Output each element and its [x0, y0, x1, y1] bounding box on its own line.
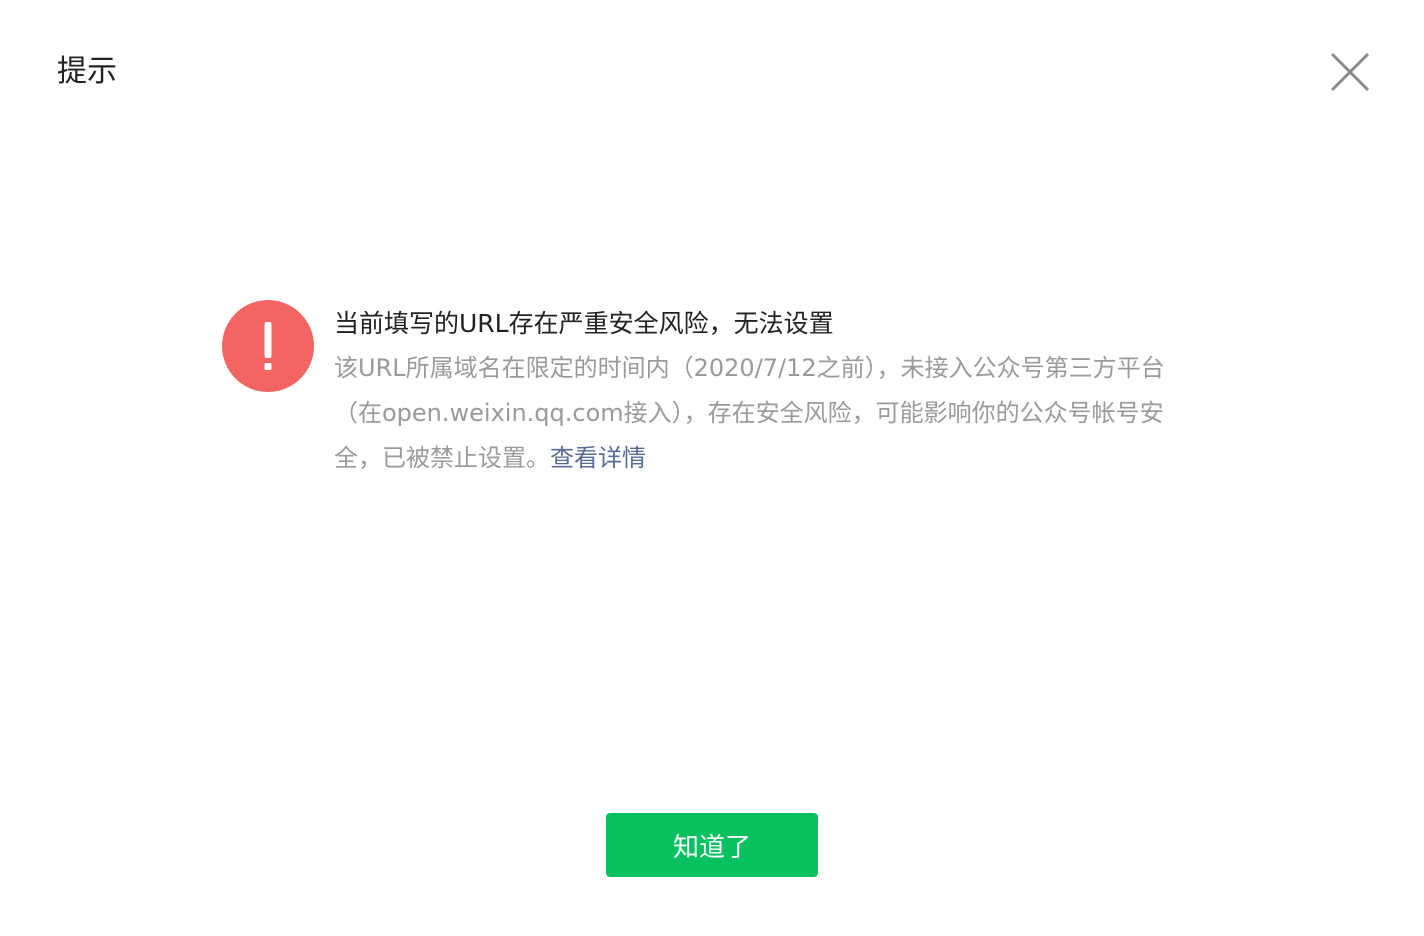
- alert-body: 该URL所属域名在限定的时间内（2020/7/12之前），未接入公众号第三方平台…: [334, 346, 1204, 481]
- alert-title: 当前填写的URL存在严重安全风险，无法设置: [334, 309, 834, 338]
- alert-message: 当前填写的URL存在严重安全风险，无法设置 该URL所属域名在限定的时间内（20…: [334, 302, 1204, 481]
- close-button[interactable]: [1326, 48, 1374, 96]
- close-icon: [1330, 52, 1370, 92]
- exclamation-icon: [264, 322, 272, 370]
- warning-badge: [222, 300, 314, 392]
- alert-body-text: 该URL所属域名在限定的时间内（2020/7/12之前），未接入公众号第三方平台…: [334, 354, 1165, 472]
- dialog-title: 提示: [57, 54, 117, 89]
- view-details-link[interactable]: 查看详情: [550, 444, 646, 472]
- prompt-dialog: 提示 当前填写的URL存在严重安全风险，无法设置 该URL所属域名在限定的时间内…: [0, 0, 1424, 936]
- got-it-button[interactable]: 知道了: [606, 813, 818, 877]
